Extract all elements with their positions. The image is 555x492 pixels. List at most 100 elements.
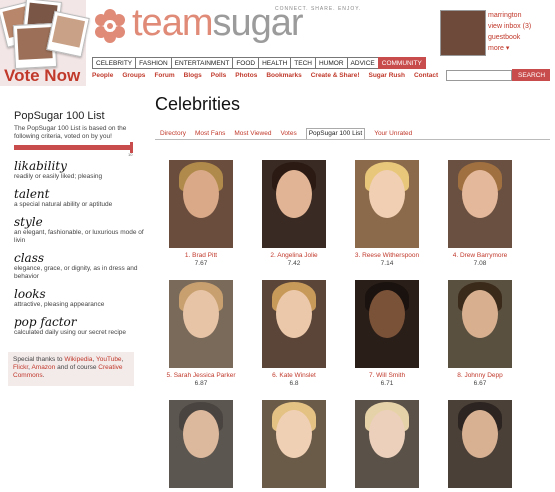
category-tab[interactable]: FOOD (232, 57, 260, 69)
celebrity-score: 6.71 (380, 380, 394, 387)
celebrity-name[interactable]: 8. Johnny Depp (440, 372, 520, 380)
celebrity-card[interactable]: 6. Kate Winslet 6.8 (254, 280, 334, 388)
category-tab[interactable]: CELEBRITY (92, 57, 137, 69)
subnav-link[interactable]: Create & Share! (311, 72, 360, 79)
youtube-link[interactable]: YouTube (96, 356, 122, 363)
wikipedia-link[interactable]: Wikipedia (64, 356, 92, 363)
category-tab[interactable]: HEALTH (258, 57, 292, 69)
celebrity-card[interactable] (347, 400, 427, 492)
celebrity-name[interactable]: 1. Brad Pitt (161, 252, 241, 260)
category-tab[interactable]: ADVICE (346, 57, 379, 69)
subnav-link[interactable]: Contact (414, 72, 438, 79)
subnav-link[interactable]: Bookmarks (266, 72, 301, 79)
celebrity-photo-face (462, 170, 498, 218)
celebrity-photo[interactable] (262, 160, 326, 248)
criterion-likability: likability readily or easily liked; plea… (14, 160, 144, 181)
category-tab[interactable]: ENTERTAINMENT (170, 57, 234, 69)
celebrity-photo[interactable] (262, 280, 326, 368)
tab-votes[interactable]: Votes (280, 129, 296, 139)
vote-now-label[interactable]: Vote Now (4, 66, 80, 86)
celebrity-photo-thumb (46, 10, 90, 58)
celebrity-photo[interactable] (169, 160, 233, 248)
page-title: Celebrities (155, 94, 241, 114)
celebrity-card[interactable]: 7. Will Smith 6.71 (347, 280, 427, 388)
list-description: The PopSugar 100 List is based on the fo… (14, 125, 127, 140)
slider-fill (14, 145, 132, 150)
criterion-title: looks (14, 287, 46, 301)
subnav-link[interactable]: Blogs (184, 72, 202, 79)
celebrity-photo[interactable] (262, 400, 326, 488)
more-menu[interactable]: more ▾ (488, 43, 531, 54)
username-link[interactable]: marrington (488, 10, 531, 21)
tab-your-unrated[interactable]: Your Unrated (374, 129, 412, 139)
flickr-link[interactable]: Flickr (13, 364, 28, 371)
community-subnav: People Groups Forum Blogs Polls Photos Bookmar… (92, 72, 447, 79)
celebrity-photo[interactable] (169, 280, 233, 368)
celebrity-name[interactable]: 2. Angelina Jolie (254, 252, 334, 260)
category-tab[interactable]: HUMOR (314, 57, 348, 69)
celebrity-card[interactable]: 8. Johnny Depp 6.67 (440, 280, 520, 388)
inbox-link[interactable]: view inbox (3) (488, 21, 531, 32)
guestbook-link[interactable]: guestbook (488, 32, 531, 43)
celebrity-photo[interactable] (448, 400, 512, 488)
subnav-link[interactable]: Polls (211, 72, 227, 79)
criterion-looks: looks attractive, pleasing appearance (14, 288, 144, 309)
criterion-talent: talent a special natural ability or apti… (14, 188, 144, 209)
criterion-desc: an elegant, fashionable, or luxurious mo… (14, 229, 144, 244)
celebrity-photo-face (276, 170, 312, 218)
tab-divider (155, 139, 550, 140)
celebrity-photo[interactable] (169, 400, 233, 488)
celebrity-card[interactable] (440, 400, 520, 492)
credits-text: and of course (55, 364, 99, 371)
tab-most-viewed[interactable]: Most Viewed (234, 129, 271, 139)
category-tab[interactable]: FASHION (135, 57, 172, 69)
criterion-title: likability (14, 159, 67, 173)
category-nav: CELEBRITY FASHION ENTERTAINMENT FOOD HEALTH T… (92, 57, 426, 69)
celebrity-card[interactable] (161, 400, 241, 492)
search-button[interactable]: SEARCH (512, 69, 550, 81)
search-input[interactable] (446, 70, 512, 81)
celebrity-card[interactable]: 3. Reese Witherspoon 7.14 (347, 160, 427, 268)
celebrity-card[interactable]: 1. Brad Pitt 7.67 (161, 160, 241, 268)
celebrity-card[interactable]: 5. Sarah Jessica Parker 6.87 (161, 280, 241, 388)
vote-now-banner[interactable]: Vote Now (0, 0, 90, 86)
celebrity-card[interactable]: 4. Drew Barrymore 7.08 (440, 160, 520, 268)
celebrity-score: 7.42 (287, 260, 301, 267)
logo-prefix: team (132, 2, 213, 44)
celebrity-photo[interactable] (355, 400, 419, 488)
criterion-desc: elegance, grace, or dignity, as in dress… (14, 265, 138, 280)
celebrity-photo-face (462, 410, 498, 458)
tab-popsugar-100-list[interactable]: PopSugar 100 List (305, 128, 366, 139)
celebrity-name[interactable]: 7. Will Smith (347, 372, 427, 380)
celebrity-name[interactable]: 4. Drew Barrymore (440, 252, 520, 260)
user-avatar[interactable] (440, 10, 486, 56)
tab-directory[interactable]: Directory (160, 129, 186, 139)
category-tab[interactable]: COMMUNITY (377, 57, 426, 69)
celebrity-name[interactable]: 6. Kate Winslet (254, 372, 334, 380)
celebrity-photo-face (183, 410, 219, 458)
tab-most-fans[interactable]: Most Fans (195, 129, 225, 139)
criterion-title: class (14, 251, 45, 265)
category-tab[interactable]: TECH (290, 57, 316, 69)
celebrity-photo[interactable] (448, 160, 512, 248)
celebrity-score: 6.87 (194, 380, 208, 387)
subnav-link[interactable]: Photos (235, 72, 257, 79)
celebrity-photo[interactable] (448, 280, 512, 368)
subnav-link[interactable]: People (92, 72, 113, 79)
celebrity-card[interactable]: 2. Angelina Jolie 7.42 (254, 160, 334, 268)
celebrity-name[interactable]: 5. Sarah Jessica Parker (161, 372, 241, 380)
criterion-desc: a special natural ability or aptitude (14, 201, 113, 208)
criterion-title: style (14, 215, 43, 229)
celebrity-photo[interactable] (355, 280, 419, 368)
subnav-link[interactable]: Sugar Rush (369, 72, 405, 79)
amazon-link[interactable]: Amazon (31, 364, 55, 371)
celebrity-photo-face (276, 290, 312, 338)
subnav-link[interactable]: Groups (122, 72, 145, 79)
celebrity-name[interactable]: 3. Reese Witherspoon (347, 252, 427, 260)
criterion-desc: attractive, pleasing appearance (14, 301, 105, 308)
subnav-link[interactable]: Forum (154, 72, 174, 79)
score-slider[interactable] (14, 145, 132, 150)
celebrity-card[interactable] (254, 400, 334, 492)
celebrity-photo[interactable] (355, 160, 419, 248)
teamsugar-flower-logo-icon[interactable] (92, 8, 128, 44)
